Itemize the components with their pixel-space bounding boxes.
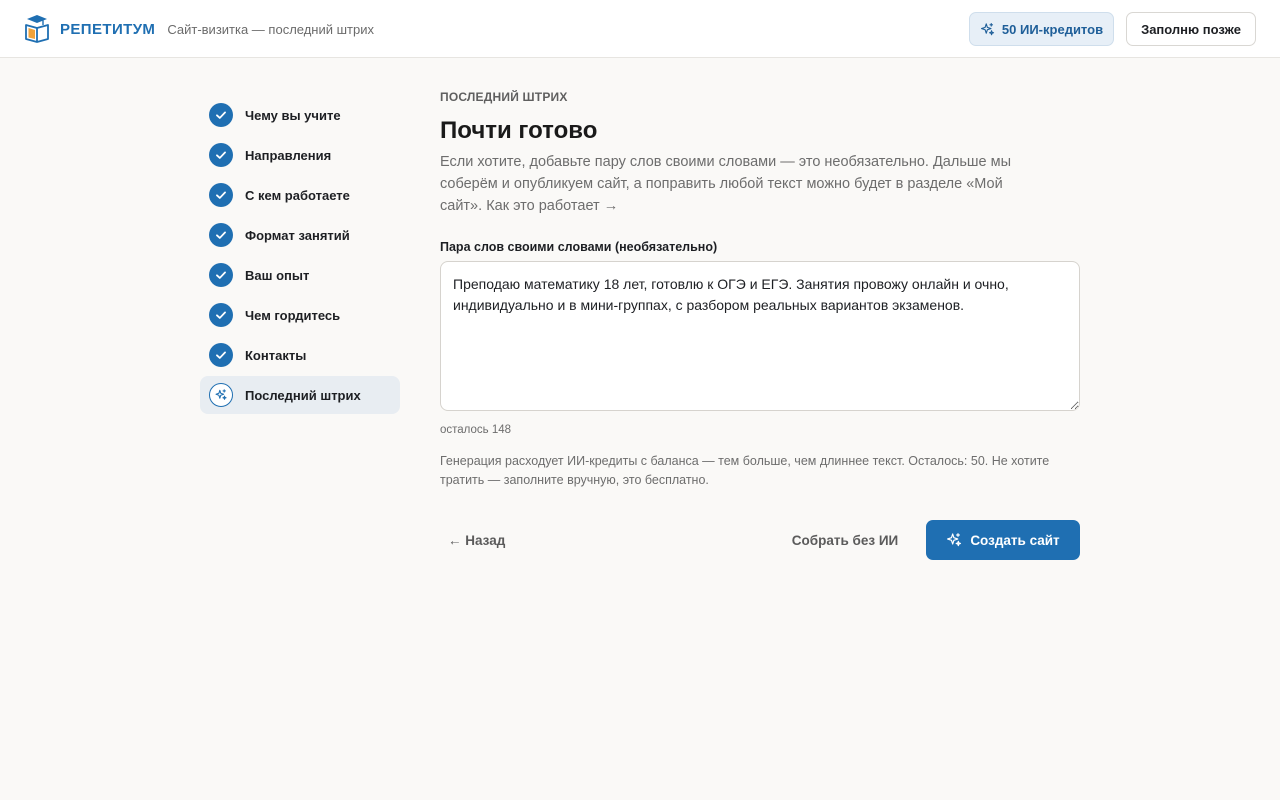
how-it-works-link[interactable]: Как это работает → — [486, 198, 618, 214]
create-site-label: Создать сайт — [970, 532, 1060, 548]
step-experience[interactable]: Ваш опыт — [200, 256, 400, 294]
step-label: Контакты — [245, 347, 307, 363]
credits-note: Генерация расходует ИИ-кредиты с баланса… — [440, 454, 1050, 487]
page-title: Почти готово — [440, 117, 598, 144]
check-icon — [209, 183, 233, 207]
step-final-touch[interactable]: Последний штрих — [200, 376, 400, 414]
back-button[interactable]: ← Назад — [448, 520, 518, 560]
fill-later-button[interactable]: Заполню позже — [1126, 12, 1256, 46]
create-site-button[interactable]: Создать сайт — [926, 520, 1080, 560]
check-icon — [209, 263, 233, 287]
page-subtitle: Сайт-визитка — последний штрих — [167, 21, 374, 37]
sparkles-icon — [209, 383, 233, 407]
step-label: Чему вы учите — [245, 107, 341, 123]
brand-name: РЕПЕТИТУМ — [60, 20, 156, 38]
char-counter: осталось 148 — [440, 424, 512, 436]
ai-credits-button[interactable]: 50 ИИ-кредитов — [969, 12, 1114, 46]
step-directions[interactable]: Направления — [200, 136, 400, 174]
check-icon — [209, 303, 233, 327]
step-label: Последний штрих — [245, 387, 361, 403]
action-bar: ← Назад Собрать без ИИ Создать сайт — [440, 520, 1080, 560]
sparkles-icon — [980, 22, 995, 35]
check-icon — [209, 343, 233, 367]
step-label: Направления — [245, 147, 332, 163]
step-label: Ваш опыт — [245, 267, 310, 283]
step-contacts[interactable]: Контакты — [200, 336, 400, 374]
check-icon — [209, 223, 233, 247]
about-textarea[interactable]: Преподаю математику 18 лет, готовлю к ОГ… — [440, 261, 1080, 411]
intro-text: Если хотите, добавьте пару слов своими с… — [440, 151, 1040, 217]
section-eyebrow: ПОСЛЕДНИЙ ШТРИХ — [440, 90, 568, 104]
step-label: Формат занятий — [245, 227, 350, 243]
brand-logo-icon — [25, 15, 49, 43]
build-without-ai-button[interactable]: Собрать без ИИ — [778, 520, 912, 560]
check-icon — [209, 143, 233, 167]
step-format[interactable]: Формат занятий — [200, 216, 400, 254]
step-label: Чем гордитесь — [245, 307, 341, 323]
step-teach[interactable]: Чему вы учите — [200, 96, 400, 134]
main-content: ПОСЛЕДНИЙ ШТРИХ Почти готово Если хотите… — [440, 90, 1080, 490]
step-achievements[interactable]: Чем гордитесь — [200, 296, 400, 334]
step-label: С кем работаете — [245, 187, 350, 203]
step-audience[interactable]: С кем работаете — [200, 176, 400, 214]
check-icon — [209, 103, 233, 127]
wizard-steps: Чему вы учите Направления С кем работает… — [200, 96, 400, 416]
sparkles-icon — [947, 533, 962, 547]
credits-label: 50 ИИ-кредитов — [1001, 21, 1104, 37]
top-bar: РЕПЕТИТУМ Сайт-визитка — последний штрих… — [0, 0, 1280, 58]
about-field-label: Пара слов своими словами (необязательно) — [440, 240, 718, 254]
brand[interactable]: РЕПЕТИТУМ Сайт-визитка — последний штрих — [24, 14, 374, 44]
